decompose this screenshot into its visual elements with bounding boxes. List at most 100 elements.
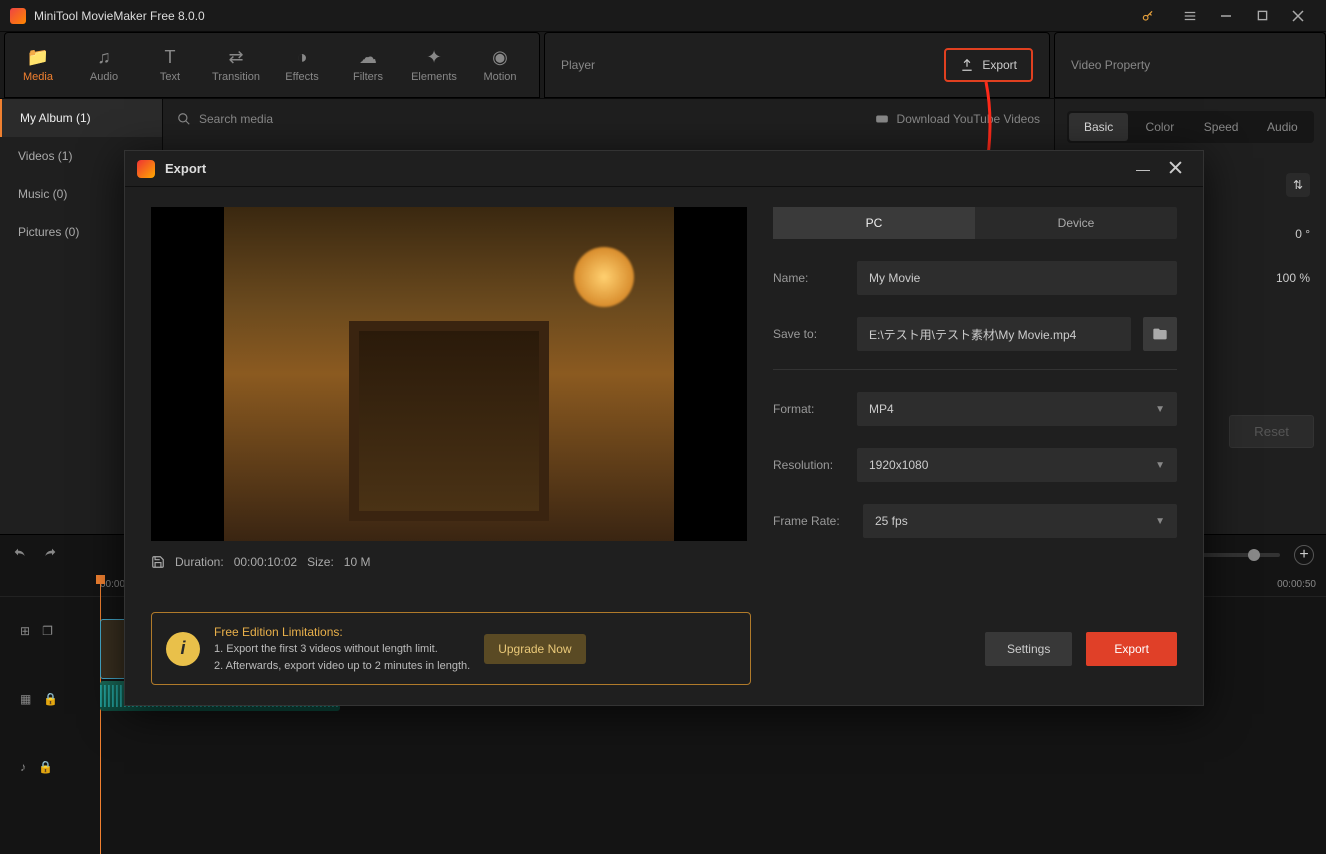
download-icon xyxy=(875,112,889,126)
redo-icon xyxy=(42,546,58,562)
size-value: 10 M xyxy=(344,555,371,569)
folder-icon xyxy=(1152,326,1168,342)
search-icon xyxy=(177,112,191,126)
elements-icon: ✦ xyxy=(426,47,441,67)
name-input[interactable] xyxy=(857,261,1177,295)
tool-tabs: 📁Media ♫Audio TText ⇄Transition ◑Effects… xyxy=(4,32,540,98)
dest-tab-device[interactable]: Device xyxy=(975,207,1177,239)
close-icon xyxy=(1169,161,1182,174)
limitation-line-1: 1. Export the first 3 videos without len… xyxy=(214,641,470,658)
license-key-icon[interactable] xyxy=(1130,0,1166,32)
export-meta: Duration: 00:00:10:02 Size: 10 M xyxy=(151,541,747,583)
destination-tabs: PC Device xyxy=(773,207,1177,239)
format-label: Format: xyxy=(773,402,845,416)
opacity-value: 100 % xyxy=(1276,271,1310,285)
tab-text[interactable]: TText xyxy=(137,37,203,93)
resolution-label: Resolution: xyxy=(773,458,845,472)
text-icon: T xyxy=(165,47,176,67)
save-to-input[interactable] xyxy=(857,317,1131,351)
prop-tab-audio[interactable]: Audio xyxy=(1253,113,1312,141)
search-placeholder: Search media xyxy=(199,112,273,126)
effects-icon: ◑ xyxy=(297,47,308,67)
tab-motion[interactable]: ◉Motion xyxy=(467,37,533,93)
dialog-minimize-button[interactable]: — xyxy=(1127,161,1159,177)
zoom-in-button[interactable]: + xyxy=(1294,545,1314,565)
limitation-title: Free Edition Limitations: xyxy=(214,623,470,641)
flip-icon[interactable]: ⇅ xyxy=(1286,173,1310,197)
minimize-button[interactable] xyxy=(1208,0,1244,32)
preview-thumbnail xyxy=(224,207,674,541)
app-logo-icon xyxy=(10,8,26,24)
limitation-line-2: 2. Afterwards, export video up to 2 minu… xyxy=(214,658,470,675)
upgrade-button[interactable]: Upgrade Now xyxy=(484,634,585,664)
save-icon xyxy=(151,555,165,569)
motion-icon: ◉ xyxy=(492,47,508,67)
tab-effects[interactable]: ◑Effects xyxy=(269,37,335,93)
video-property-label: Video Property xyxy=(1071,58,1150,72)
playhead[interactable] xyxy=(100,575,101,854)
frame-rate-select[interactable]: 25 fps ▼ xyxy=(863,504,1177,538)
close-button[interactable] xyxy=(1280,0,1316,32)
transition-icon: ⇄ xyxy=(228,47,243,67)
export-button-label: Export xyxy=(982,58,1017,72)
folder-icon: 📁 xyxy=(27,47,49,67)
duration-label: Duration: xyxy=(175,555,224,569)
download-label: Download YouTube Videos xyxy=(897,112,1040,126)
export-confirm-button[interactable]: Export xyxy=(1086,632,1177,666)
copy-track-icon[interactable]: ❐ xyxy=(42,624,53,638)
frame-rate-label: Frame Rate: xyxy=(773,514,851,528)
chevron-down-icon: ▼ xyxy=(1155,404,1165,415)
export-button[interactable]: Export xyxy=(944,48,1033,82)
tab-audio[interactable]: ♫Audio xyxy=(71,37,137,93)
name-label: Name: xyxy=(773,271,845,285)
info-icon: i xyxy=(166,632,200,666)
resolution-select[interactable]: 1920x1080 ▼ xyxy=(857,448,1177,482)
undo-button[interactable] xyxy=(12,546,28,565)
hamburger-menu-icon[interactable] xyxy=(1172,0,1208,32)
filters-icon: ☁ xyxy=(359,47,377,67)
dialog-close-button[interactable] xyxy=(1159,161,1191,177)
export-dialog: Export — Duration: 00:00:10:02 Size: 10 … xyxy=(124,150,1204,706)
dest-tab-pc[interactable]: PC xyxy=(773,207,975,239)
save-to-label: Save to: xyxy=(773,327,845,341)
dialog-title: Export xyxy=(165,161,1127,176)
chevron-down-icon: ▼ xyxy=(1155,460,1165,471)
prop-tab-speed[interactable]: Speed xyxy=(1192,113,1251,141)
export-icon xyxy=(960,58,974,72)
video-track-icon: ▦ xyxy=(20,692,31,706)
undo-icon xyxy=(12,546,28,562)
download-youtube-button[interactable]: Download YouTube Videos xyxy=(875,112,1040,126)
titlebar: MiniTool MovieMaker Free 8.0.0 xyxy=(0,0,1326,32)
lock-icon[interactable]: 🔒 xyxy=(38,760,53,774)
redo-button[interactable] xyxy=(42,546,58,565)
lock-icon[interactable]: 🔒 xyxy=(43,692,58,706)
format-select[interactable]: MP4 ▼ xyxy=(857,392,1177,426)
zoom-slider[interactable] xyxy=(1200,553,1280,557)
add-track-icon[interactable]: ⊞ xyxy=(20,624,30,638)
dialog-titlebar: Export — xyxy=(125,151,1203,187)
maximize-button[interactable] xyxy=(1244,0,1280,32)
music-note-icon: ♫ xyxy=(97,47,111,67)
window-title: MiniTool MovieMaker Free 8.0.0 xyxy=(34,9,1130,23)
format-value: MP4 xyxy=(869,402,894,416)
prop-tab-color[interactable]: Color xyxy=(1130,113,1189,141)
rotation-value: 0 ° xyxy=(1295,227,1310,241)
size-label: Size: xyxy=(307,555,334,569)
time-mark-end: 00:00:50 xyxy=(1277,579,1316,590)
audio-track-icon: ♪ xyxy=(20,760,26,774)
tab-media[interactable]: 📁Media xyxy=(5,37,71,93)
resolution-value: 1920x1080 xyxy=(869,458,928,472)
reset-button[interactable]: Reset xyxy=(1229,415,1314,448)
sidebar-item-my-album[interactable]: My Album (1) xyxy=(0,99,162,137)
player-label: Player xyxy=(561,58,944,72)
browse-folder-button[interactable] xyxy=(1143,317,1177,351)
tab-transition[interactable]: ⇄Transition xyxy=(203,37,269,93)
tab-filters[interactable]: ☁Filters xyxy=(335,37,401,93)
search-input[interactable]: Search media xyxy=(177,112,855,126)
tab-elements[interactable]: ✦Elements xyxy=(401,37,467,93)
export-preview xyxy=(151,207,747,541)
prop-tab-basic[interactable]: Basic xyxy=(1069,113,1128,141)
chevron-down-icon: ▼ xyxy=(1155,516,1165,527)
settings-button[interactable]: Settings xyxy=(985,632,1072,666)
player-panel-header: Player Export xyxy=(544,32,1050,98)
